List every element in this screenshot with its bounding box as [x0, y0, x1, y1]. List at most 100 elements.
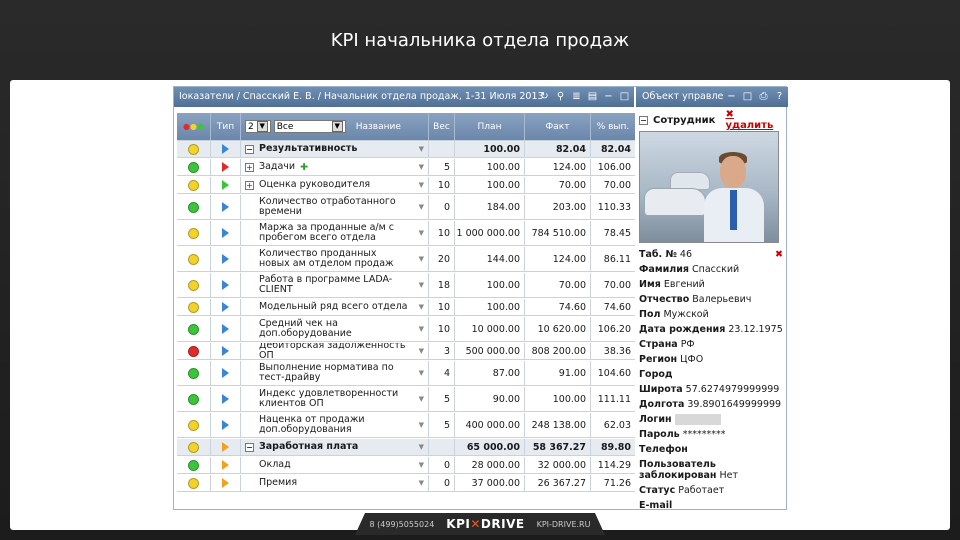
kpi-name-cell[interactable]: Премия ▼ — [241, 475, 429, 491]
play-arrow-icon[interactable] — [222, 254, 229, 264]
table-row[interactable]: Оклад ▼ 0 28 000.00 32 000.00 114.29 — [177, 457, 635, 474]
remove-icon[interactable]: ✖ — [775, 247, 783, 262]
fact-cell[interactable]: 82.04 — [525, 141, 591, 157]
search-icon[interactable]: ⚲ — [555, 87, 566, 107]
name-header-label[interactable]: Название — [356, 122, 401, 132]
footer-site[interactable]: KPI-DRIVE.RU — [537, 520, 591, 529]
table-row[interactable]: + Оценка руководителя ▼ 10 100.00 70.00 70.00 — [177, 177, 635, 194]
plan-cell[interactable]: 100.00 — [455, 141, 525, 157]
row-menu-icon[interactable]: ▼ — [419, 281, 424, 289]
fact-cell[interactable]: 808 200.00 — [525, 343, 591, 359]
row-menu-icon[interactable]: ▼ — [419, 479, 424, 487]
row-menu-icon[interactable]: ▼ — [419, 145, 424, 153]
table-row[interactable]: Количество отработанного времени ▼ 0 184.00… — [177, 195, 635, 220]
export-icon[interactable]: ▤ — [587, 87, 598, 107]
table-row[interactable]: Модельный ряд всего отдела ▼ 10 100.00 74.60… — [177, 299, 635, 316]
plan-cell[interactable]: 100.00 — [455, 177, 525, 193]
fact-cell[interactable]: 100.00 — [525, 387, 591, 411]
plan-cell[interactable]: 10 000.00 — [455, 317, 525, 341]
fact-cell[interactable]: 91.00 — [525, 361, 591, 385]
plan-cell[interactable]: 87.00 — [455, 361, 525, 385]
table-row[interactable]: Работа в программе LADA-CLIENT ▼ 18 100.00 7… — [177, 273, 635, 298]
kpi-name-cell[interactable]: Оклад ▼ — [241, 457, 429, 473]
table-row[interactable]: Маржа за проданные а/м с пробегом всего … — [177, 221, 635, 246]
table-row[interactable]: + Задачи ✚ ▼ 5 100.00 124.00 106.00 — [177, 159, 635, 176]
kpi-name-cell[interactable]: Модельный ряд всего отдела ▼ — [241, 299, 429, 315]
kpi-name-cell[interactable]: Дебиторская задолженность ОП ▼ — [241, 343, 429, 359]
row-menu-icon[interactable]: ▼ — [419, 443, 424, 451]
kpi-name-cell[interactable]: Выполнение норматива по тест-драйву ▼ — [241, 361, 429, 385]
maximize-icon[interactable]: □ — [742, 87, 753, 107]
level-select[interactable]: 2 ▼ — [245, 120, 271, 133]
table-row[interactable]: Средний чек на доп.оборудование ▼ 10 10 000… — [177, 317, 635, 342]
kpi-name-cell[interactable]: Работа в программе LADA-CLIENT ▼ — [241, 273, 429, 297]
refresh-icon[interactable]: ↻ — [539, 87, 550, 107]
plan-cell[interactable]: 400 000.00 — [455, 413, 525, 437]
fact-cell[interactable]: 26 367.27 — [525, 475, 591, 491]
kpi-name-cell[interactable]: Количество проданных новых ам отделом пр… — [241, 247, 429, 271]
table-row[interactable]: − Результативность ▼ 100.00 82.04 82.04 — [177, 141, 635, 158]
play-arrow-icon[interactable] — [222, 346, 229, 356]
plan-column-header[interactable]: План — [455, 113, 525, 140]
row-menu-icon[interactable]: ▼ — [419, 395, 424, 403]
add-task-icon[interactable]: ✚ — [300, 162, 308, 173]
list-icon[interactable]: ≣ — [571, 87, 582, 107]
row-menu-icon[interactable]: ▼ — [419, 303, 424, 311]
kpi-name-cell[interactable]: Средний чек на доп.оборудование ▼ — [241, 317, 429, 341]
row-menu-icon[interactable]: ▼ — [419, 163, 424, 171]
print-icon[interactable]: ⎙ — [758, 87, 769, 107]
table-row[interactable]: Количество проданных новых ам отделом пр… — [177, 247, 635, 272]
fact-cell[interactable]: 248 138.00 — [525, 413, 591, 437]
plan-cell[interactable]: 184.00 — [455, 195, 525, 219]
plan-cell[interactable]: 100.00 — [455, 273, 525, 297]
fact-cell[interactable]: 203.00 — [525, 195, 591, 219]
kpi-name-cell[interactable]: − Результативность ▼ — [241, 141, 429, 157]
kpi-name-cell[interactable]: + Оценка руководителя ▼ — [241, 177, 429, 193]
plan-cell[interactable]: 100.00 — [455, 159, 525, 175]
kpi-name-cell[interactable]: − Заработная плата ▼ — [241, 439, 429, 455]
plan-cell[interactable]: 90.00 — [455, 387, 525, 411]
maximize-icon[interactable]: □ — [619, 87, 630, 107]
expand-icon[interactable]: + — [245, 162, 254, 172]
play-arrow-icon[interactable] — [222, 324, 229, 334]
table-row[interactable]: Премия ▼ 0 37 000.00 26 367.27 71.26 — [177, 475, 635, 492]
table-row[interactable]: Выполнение норматива по тест-драйву ▼ 4 87.… — [177, 361, 635, 386]
help-icon[interactable]: ? — [774, 87, 785, 107]
play-arrow-icon[interactable] — [222, 202, 229, 212]
table-row[interactable]: Дебиторская задолженность ОП ▼ 3 500 000.00… — [177, 343, 635, 360]
row-menu-icon[interactable]: ▼ — [419, 255, 424, 263]
plan-cell[interactable]: 37 000.00 — [455, 475, 525, 491]
plan-cell[interactable]: 1 000 000.00 — [455, 221, 525, 245]
fact-cell[interactable]: 124.00 — [525, 247, 591, 271]
kpi-name-cell[interactable]: Индекс удовлетворенности клиентов ОП ▼ — [241, 387, 429, 411]
play-arrow-icon[interactable] — [222, 442, 229, 452]
table-row[interactable]: Индекс удовлетворенности клиентов ОП ▼ 5 90… — [177, 387, 635, 412]
fact-cell[interactable]: 32 000.00 — [525, 457, 591, 473]
collapse-icon[interactable]: − — [639, 115, 648, 125]
kpi-name-cell[interactable]: Маржа за проданные а/м с пробегом всего … — [241, 221, 429, 245]
collapse-icon[interactable]: − — [245, 144, 254, 154]
row-menu-icon[interactable]: ▼ — [419, 325, 424, 333]
table-row[interactable]: − Заработная плата ▼ 65 000.00 58 367.27 89.8… — [177, 439, 635, 456]
filter-select[interactable]: Все ▼ — [273, 120, 346, 133]
status-column-header[interactable]: ●●● — [177, 113, 211, 140]
percent-column-header[interactable]: % вып. — [591, 113, 635, 140]
play-arrow-icon[interactable] — [222, 302, 229, 312]
expand-icon[interactable]: + — [245, 180, 254, 190]
table-row[interactable]: Наценка от продажи доп.оборудования ▼ 5 400… — [177, 413, 635, 438]
play-arrow-icon[interactable] — [222, 228, 229, 238]
row-menu-icon[interactable]: ▼ — [419, 461, 424, 469]
plan-cell[interactable]: 100.00 — [455, 299, 525, 315]
fact-cell[interactable]: 10 620.00 — [525, 317, 591, 341]
plan-cell[interactable]: 144.00 — [455, 247, 525, 271]
fact-cell[interactable]: 124.00 — [525, 159, 591, 175]
row-menu-icon[interactable]: ▼ — [419, 347, 424, 355]
play-arrow-icon[interactable] — [222, 368, 229, 378]
row-menu-icon[interactable]: ▼ — [419, 421, 424, 429]
fact-cell[interactable]: 784 510.00 — [525, 221, 591, 245]
collapse-icon[interactable]: − — [245, 442, 254, 452]
delete-link[interactable]: ✖ удалить — [725, 109, 785, 131]
kpi-name-cell[interactable]: Количество отработанного времени ▼ — [241, 195, 429, 219]
play-arrow-icon[interactable] — [222, 478, 229, 488]
play-arrow-icon[interactable] — [222, 180, 229, 190]
